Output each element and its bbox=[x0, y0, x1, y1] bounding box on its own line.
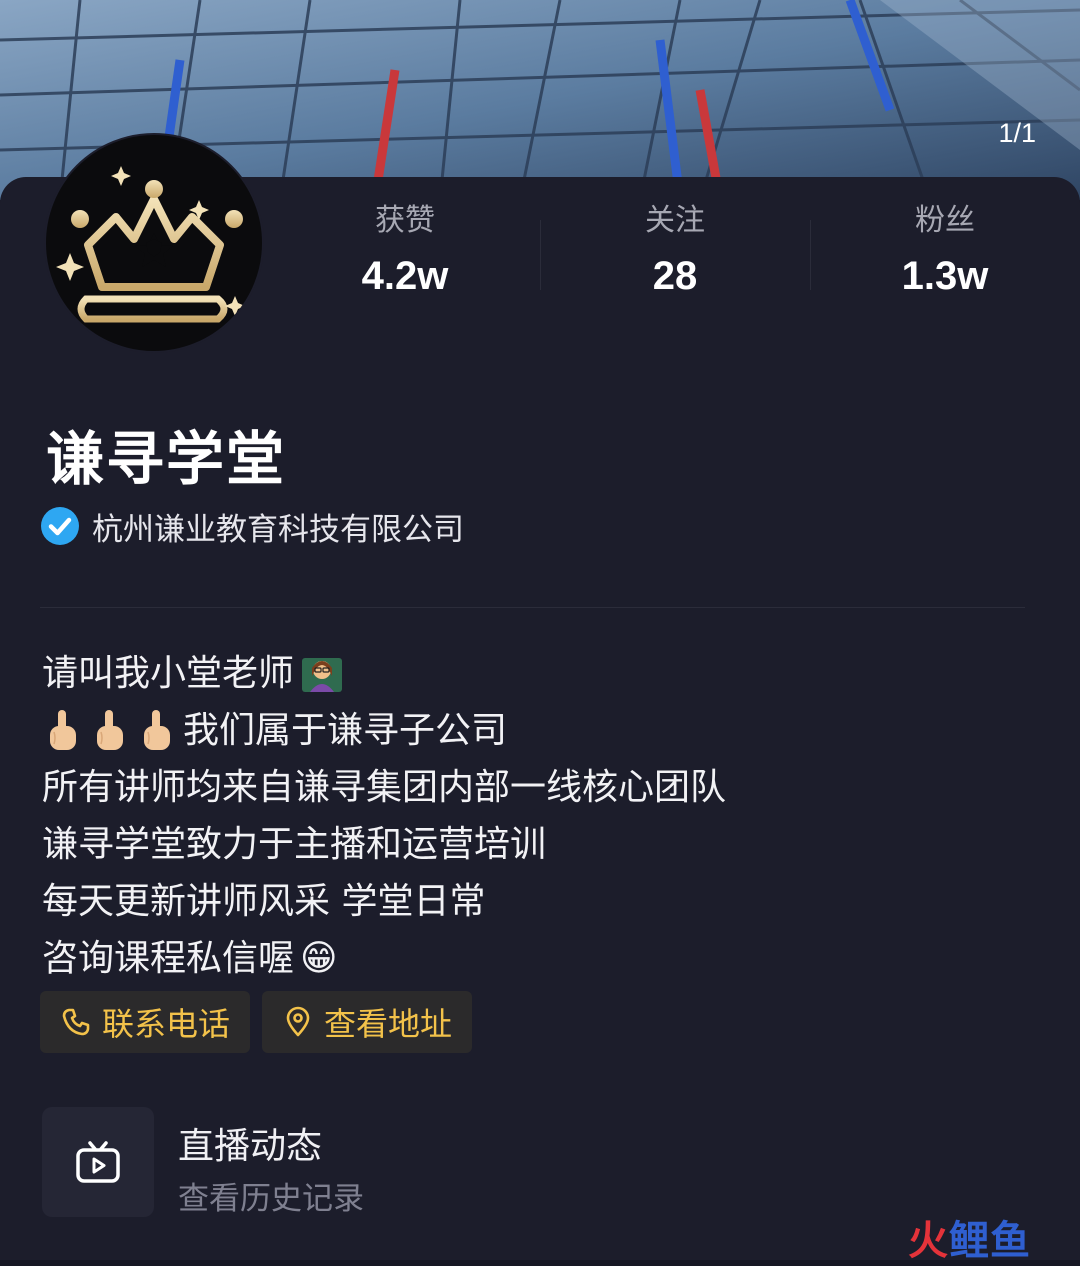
bio-line-text: 所有讲师均来自谦寻集团内部一线核心团队 bbox=[42, 767, 727, 808]
stat-followers-label: 粉丝 bbox=[915, 203, 975, 238]
bio-line-text: 谦寻学堂致力于主播和运营培训 bbox=[42, 824, 547, 865]
view-address-button[interactable]: 查看地址 bbox=[262, 991, 473, 1053]
stat-likes-label: 获赞 bbox=[375, 203, 435, 238]
crown-book-logo-icon bbox=[56, 166, 245, 323]
page-indicator: 1/1 bbox=[998, 118, 1036, 148]
stat-followers[interactable]: 粉丝 1.3w bbox=[810, 200, 1080, 304]
grinning-emoji-icon: 😁 bbox=[300, 938, 338, 979]
profile-bio: 请叫我小堂老师 我们属于谦寻子公司 所有讲师均来自谦寻集团内部一线核心团队 谦寻… bbox=[42, 645, 1042, 987]
pointing-hand-icon bbox=[97, 709, 123, 750]
bio-line: 咨询课程私信喔 😁 bbox=[42, 930, 1042, 987]
live-icon-box bbox=[42, 1107, 154, 1217]
bio-line-text: 我们属于谦寻子公司 bbox=[183, 710, 508, 751]
stat-following-value: 28 bbox=[652, 254, 698, 298]
stat-followers-value: 1.3w bbox=[901, 254, 989, 298]
live-history-card[interactable]: 直播动态 查看历史记录 bbox=[42, 1107, 512, 1217]
avatar[interactable] bbox=[44, 133, 264, 353]
stat-likes-value: 4.2w bbox=[361, 254, 449, 298]
watermark-part: 鲤鱼 bbox=[949, 1218, 1031, 1264]
watermark-logo: 火鲤鱼 bbox=[908, 1208, 1031, 1266]
stat-likes[interactable]: 获赞 4.2w bbox=[270, 200, 540, 304]
pointing-hand-icon bbox=[144, 709, 170, 750]
verified-check-icon bbox=[41, 507, 79, 545]
bio-line: 请叫我小堂老师 bbox=[42, 645, 1042, 702]
bio-line: 所有讲师均来自谦寻集团内部一线核心团队 bbox=[42, 759, 1042, 816]
bio-line: 我们属于谦寻子公司 bbox=[42, 702, 1042, 759]
phone-icon bbox=[62, 1008, 90, 1036]
bio-line-text: 每天更新讲师风采 学堂日常 bbox=[42, 881, 486, 922]
stat-following[interactable]: 关注 28 bbox=[540, 200, 810, 304]
profile-name: 谦寻学堂 bbox=[46, 425, 287, 493]
bio-line-text: 请叫我小堂老师 bbox=[42, 653, 295, 694]
location-pin-icon bbox=[286, 1006, 310, 1037]
pointing-hand-icon bbox=[50, 709, 76, 750]
bio-line: 每天更新讲师风采 学堂日常 bbox=[42, 873, 1042, 930]
live-title: 直播动态 bbox=[178, 1126, 323, 1167]
verified-company-name: 杭州谦业教育科技有限公司 bbox=[92, 511, 464, 548]
bio-line: 谦寻学堂致力于主播和运营培训 bbox=[42, 816, 1042, 873]
bio-line-text: 咨询课程私信喔 bbox=[42, 938, 295, 979]
contact-phone-label: 联系电话 bbox=[102, 1005, 231, 1043]
watermark-part: 火 bbox=[908, 1218, 949, 1264]
verification-row[interactable]: 杭州谦业教育科技有限公司 bbox=[40, 505, 464, 548]
contact-phone-button[interactable]: 联系电话 bbox=[40, 991, 251, 1053]
view-address-label: 查看地址 bbox=[324, 1005, 453, 1043]
tv-play-icon bbox=[76, 1141, 120, 1183]
teacher-emoji-icon bbox=[302, 657, 343, 692]
stat-following-label: 关注 bbox=[645, 203, 705, 238]
section-divider bbox=[40, 607, 1025, 608]
profile-stats: 获赞 4.2w 关注 28 粉丝 1.3w bbox=[270, 200, 1080, 310]
action-buttons: 联系电话 查看地址 bbox=[40, 991, 484, 1053]
live-subtitle: 查看历史记录 bbox=[178, 1181, 364, 1217]
